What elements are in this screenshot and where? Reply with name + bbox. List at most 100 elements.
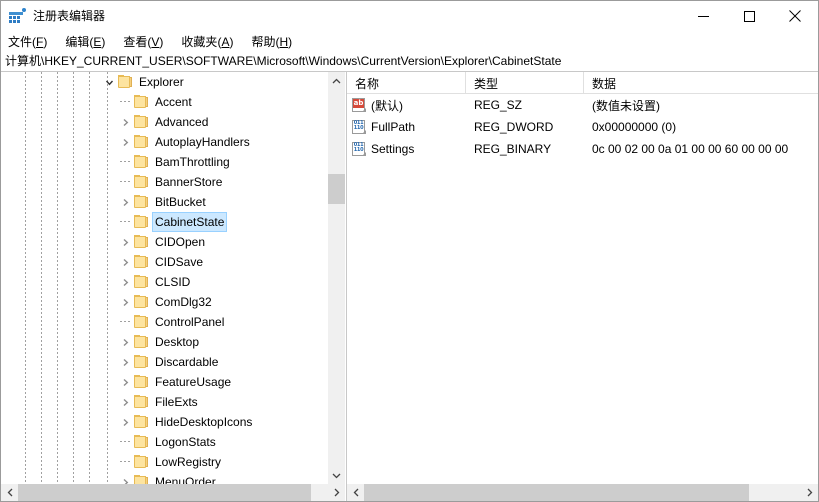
maximize-button[interactable] bbox=[726, 1, 772, 31]
folder-icon bbox=[133, 195, 149, 209]
chevron-right-icon[interactable] bbox=[117, 232, 133, 252]
registry-tree-pane: Explorer Accent Advanced AutoplayHandlers Ba… bbox=[1, 72, 345, 501]
tree-item-bamthrottling[interactable]: BamThrottling bbox=[1, 152, 328, 172]
values-column-headers: 名称 类型 数据 bbox=[347, 72, 818, 94]
tree-item-advanced[interactable]: Advanced bbox=[1, 112, 328, 132]
tree-item-hidedesktopicons[interactable]: HideDesktopIcons bbox=[1, 412, 328, 432]
chevron-right-icon[interactable] bbox=[117, 132, 133, 152]
column-header-data[interactable]: 数据 bbox=[584, 72, 818, 94]
tree-scroll-left-button[interactable] bbox=[1, 484, 18, 501]
tree-item-comdlg32[interactable]: ComDlg32 bbox=[1, 292, 328, 312]
column-header-name[interactable]: 名称 bbox=[347, 72, 466, 94]
tree-item-featureusage[interactable]: FeatureUsage bbox=[1, 372, 328, 392]
menu-favorites-accel: A bbox=[221, 34, 230, 49]
value-name: Settings bbox=[371, 142, 415, 156]
tree-scroll-right-button[interactable] bbox=[328, 484, 345, 501]
value-row[interactable]: 011 110 Settings REG_BINARY 0c 00 02 00 0a 0… bbox=[347, 138, 818, 160]
tree-item-bannerstore[interactable]: BannerStore bbox=[1, 172, 328, 192]
menu-file-accel: F bbox=[36, 34, 44, 49]
chevron-right-icon[interactable] bbox=[117, 352, 133, 372]
value-type: REG_BINARY bbox=[474, 142, 552, 156]
tree-item-cabinetstate[interactable]: CabinetState bbox=[1, 212, 328, 232]
tree-scroll-up-button[interactable] bbox=[328, 72, 345, 89]
menu-edit-accel: E bbox=[93, 34, 102, 49]
menu-help[interactable]: 帮助(H) bbox=[251, 34, 301, 50]
chevron-right-icon[interactable] bbox=[117, 272, 133, 292]
value-row[interactable]: ab (默认) REG_SZ (数值未设置) bbox=[347, 94, 818, 116]
close-button[interactable] bbox=[772, 1, 818, 31]
tree-item-label: LowRegistry bbox=[155, 455, 222, 469]
folder-icon bbox=[133, 435, 149, 449]
tree-item-menuorder[interactable]: MenuOrder bbox=[1, 472, 328, 484]
tree-item-label: Discardable bbox=[155, 355, 219, 369]
values-scroll-right-button[interactable] bbox=[801, 484, 818, 501]
folder-icon bbox=[133, 215, 149, 229]
tree-item-logonstats[interactable]: LogonStats bbox=[1, 432, 328, 452]
tree-hscroll-thumb[interactable] bbox=[18, 484, 311, 501]
chevron-right-icon[interactable] bbox=[117, 192, 133, 212]
tree-item-cidopen[interactable]: CIDOpen bbox=[1, 232, 328, 252]
chevron-right-icon[interactable] bbox=[117, 472, 133, 484]
tree-item-label: BitBucket bbox=[155, 195, 206, 209]
menu-view[interactable]: 查看(V) bbox=[123, 34, 172, 50]
tree-item-cidsave[interactable]: CIDSave bbox=[1, 252, 328, 272]
menu-file[interactable]: 文件(F) bbox=[8, 34, 56, 50]
chevron-up-icon bbox=[332, 78, 341, 83]
menu-favorites[interactable]: 收藏夹(A) bbox=[181, 34, 242, 50]
tree-item-desktop[interactable]: Desktop bbox=[1, 332, 328, 352]
chevron-right-icon[interactable] bbox=[117, 372, 133, 392]
tree-vertical-scrollbar[interactable] bbox=[328, 72, 345, 484]
menu-view-accel: V bbox=[151, 34, 160, 49]
minimize-button[interactable] bbox=[680, 1, 726, 31]
registry-values-pane: 名称 类型 数据 ab (默认) REG_SZ (数值未设置) 011 110 FullPa… bbox=[346, 72, 818, 501]
folder-icon bbox=[133, 395, 149, 409]
tree-item-discardable[interactable]: Discardable bbox=[1, 352, 328, 372]
tree-item-label: HideDesktopIcons bbox=[155, 415, 253, 429]
column-header-type[interactable]: 类型 bbox=[466, 72, 584, 94]
values-horizontal-scrollbar[interactable] bbox=[347, 484, 818, 501]
value-name-cell: ab (默认) bbox=[347, 94, 466, 116]
value-row[interactable]: 011 110 FullPath REG_DWORD 0x00000000 (0) bbox=[347, 116, 818, 138]
chevron-right-icon[interactable] bbox=[117, 332, 133, 352]
value-type: REG_SZ bbox=[474, 98, 523, 112]
chevron-right-icon[interactable] bbox=[117, 112, 133, 132]
chevron-right-icon[interactable] bbox=[117, 292, 133, 312]
tree-item-label: LogonStats bbox=[155, 435, 216, 449]
tree-item-label: Advanced bbox=[155, 115, 209, 129]
chevron-down-icon[interactable] bbox=[101, 72, 117, 92]
chevron-right-icon[interactable] bbox=[117, 412, 133, 432]
chevron-right-icon bbox=[334, 488, 339, 497]
tree-item-controlpanel[interactable]: ControlPanel bbox=[1, 312, 328, 332]
tree-scroll-thumb[interactable] bbox=[328, 174, 345, 204]
folder-icon bbox=[133, 455, 149, 469]
tree-item-lowregistry[interactable]: LowRegistry bbox=[1, 452, 328, 472]
tree-item-autoplayhandlers[interactable]: AutoplayHandlers bbox=[1, 132, 328, 152]
tree-horizontal-scrollbar[interactable] bbox=[1, 484, 345, 501]
registry-tree-list: Explorer Accent Advanced AutoplayHandlers Ba… bbox=[1, 72, 328, 484]
maximize-icon bbox=[743, 10, 755, 22]
tree-item-label: Explorer bbox=[139, 75, 184, 89]
tree-scroll-down-button[interactable] bbox=[328, 467, 345, 484]
value-type: REG_DWORD bbox=[474, 120, 554, 134]
tree-item-label: FeatureUsage bbox=[155, 375, 232, 389]
chevron-right-icon[interactable] bbox=[117, 392, 133, 412]
tree-item-label: Desktop bbox=[155, 335, 200, 349]
folder-icon bbox=[133, 95, 149, 109]
registry-path: 计算机\HKEY_CURRENT_USER\SOFTWARE\Microsoft… bbox=[5, 54, 562, 68]
tree-item-fileexts[interactable]: FileExts bbox=[1, 392, 328, 412]
tree-item-label: ControlPanel bbox=[155, 315, 225, 329]
tree-item-bitbucket[interactable]: BitBucket bbox=[1, 192, 328, 212]
folder-icon bbox=[133, 275, 149, 289]
folder-icon bbox=[133, 235, 149, 249]
values-scroll-left-button[interactable] bbox=[347, 484, 364, 501]
menu-edit[interactable]: 编辑(E) bbox=[65, 34, 114, 50]
tree-connector bbox=[117, 432, 133, 452]
tree-item-explorer[interactable]: Explorer bbox=[1, 72, 328, 92]
values-hscroll-thumb[interactable] bbox=[364, 484, 749, 501]
tree-item-clsid[interactable]: CLSID bbox=[1, 272, 328, 292]
tree-item-accent[interactable]: Accent bbox=[1, 92, 328, 112]
folder-icon bbox=[133, 315, 149, 329]
values-list: ab (默认) REG_SZ (数值未设置) 011 110 FullPath REG_DWO… bbox=[347, 94, 818, 483]
address-bar[interactable]: 计算机\HKEY_CURRENT_USER\SOFTWARE\Microsoft… bbox=[1, 52, 818, 72]
chevron-right-icon[interactable] bbox=[117, 252, 133, 272]
